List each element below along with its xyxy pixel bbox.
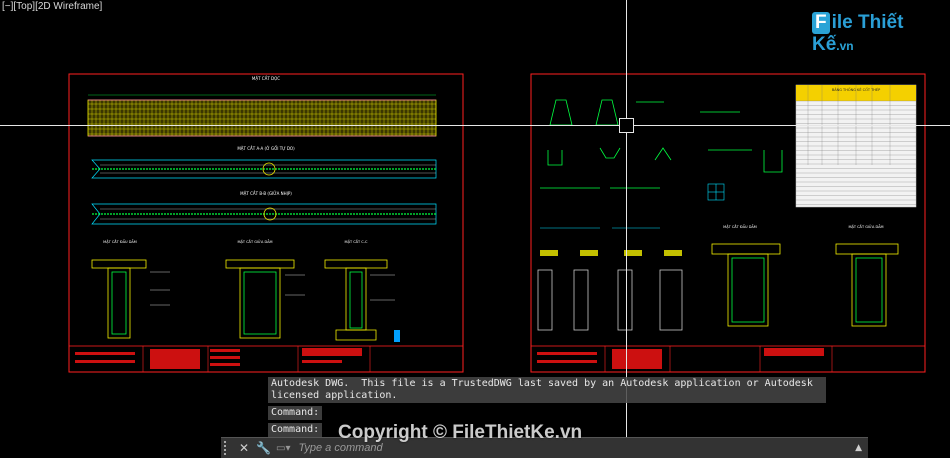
left-title: MẶT CẮT DỌC [252, 76, 280, 81]
wrench-icon[interactable]: 🔧 [256, 441, 271, 455]
left-detail-3: MẶT CẮT C-C [345, 239, 368, 244]
left-section-bb: MẶT CẮT B-B (GIỮA NHỊP) [240, 191, 292, 196]
right-detail-1: MẶT CẮT ĐẦU DẦM [723, 224, 757, 229]
prompt-icon[interactable]: ▭▾ [276, 443, 290, 454]
command-history-line: Autodesk DWG. This file is a TrustedDWG … [268, 377, 826, 403]
watermark: Copyright © FileThietKe.vn [338, 422, 583, 443]
rebar-table-title: BẢNG THỐNG KÊ CỐT THÉP [832, 87, 880, 92]
sheet-left[interactable]: MẶT CẮT DỌC MẶT CẮT A-A (Ở GỐI TỰ DO) MẶ… [68, 73, 464, 373]
left-detail-2: MẶT CẮT GIỮA DẦM [237, 239, 272, 244]
logo-suffix: .vn [836, 39, 854, 53]
right-detail-2: MẶT CẮT GIỮA DẦM [848, 224, 883, 229]
chevron-up-icon[interactable]: ▲ [855, 443, 862, 453]
sheet-right[interactable]: BẢNG THỐNG KÊ CỐT THÉP MẶT CẮT ĐẦU DẦM M… [530, 73, 926, 373]
crosshair-horizontal [0, 125, 950, 126]
viewport-label[interactable]: [−][Top][2D Wireframe] [2, 1, 102, 12]
drag-handle[interactable] [224, 441, 232, 455]
cursor-pickbox [619, 118, 634, 133]
logo-mark: F [812, 12, 830, 34]
site-logo: File Thiết Kế.vn [812, 12, 950, 56]
command-history-line: Command: [268, 406, 323, 420]
left-detail-1: MẶT CẮT ĐẦU DẦM [103, 239, 137, 244]
close-icon[interactable]: ✕ [238, 441, 250, 455]
command-history-line: Command: [268, 423, 323, 437]
left-section-aa: MẶT CẮT A-A (Ở GỐI TỰ DO) [237, 146, 295, 151]
